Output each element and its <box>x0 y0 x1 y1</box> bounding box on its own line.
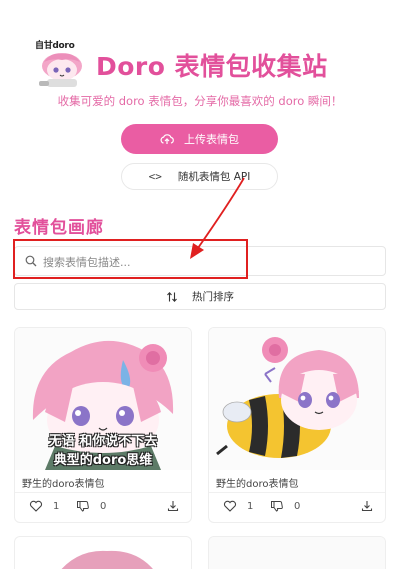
dislike-button[interactable]: 0 <box>270 500 300 512</box>
code-icon: <> <box>148 170 162 183</box>
upload-button[interactable]: 上传表情包 <box>121 124 278 154</box>
card-actions: 1 0 <box>15 498 191 520</box>
upload-button-label: 上传表情包 <box>184 133 239 146</box>
meme-image[interactable] <box>209 328 385 470</box>
download-button[interactable] <box>167 500 179 512</box>
meme-caption-line-1: 无语 和你说不下去 <box>48 434 158 449</box>
like-count: 1 <box>247 500 254 512</box>
sort-arrows-icon <box>167 291 177 302</box>
card-divider <box>209 492 385 493</box>
dislike-count: 0 <box>294 500 301 512</box>
dislike-count: 0 <box>100 500 107 512</box>
download-button[interactable] <box>361 500 373 512</box>
sort-label: 热门排序 <box>192 291 234 303</box>
dislike-button[interactable]: 0 <box>76 500 106 512</box>
meme-image[interactable]: 无语 和你说不下去 典型的doro思维 <box>15 328 191 470</box>
upload-cloud-icon <box>160 134 174 144</box>
thumbs-down-icon <box>271 501 283 512</box>
site-subtitle: 收集可爱的 doro 表情包，分享你最喜欢的 doro 瞬间！ <box>57 94 343 108</box>
like-button[interactable]: 1 <box>29 500 59 512</box>
download-icon <box>167 501 179 512</box>
thumbs-down-icon <box>77 501 89 512</box>
random-api-button[interactable]: <> 随机表情包 API <box>121 163 278 190</box>
card-actions: 1 0 <box>209 498 385 520</box>
meme-card[interactable]: 无语 和你说不下去 典型的doro思维 野生的doro表情包 1 0 <box>14 327 192 523</box>
card-divider <box>15 492 191 493</box>
like-button[interactable]: 1 <box>223 500 253 512</box>
meme-card[interactable] <box>14 536 192 569</box>
annotation-highlight-box <box>13 239 248 279</box>
gallery-title: 表情包画廊 <box>14 218 104 238</box>
meme-card[interactable] <box>208 536 386 569</box>
like-count: 1 <box>53 500 60 512</box>
meme-card[interactable]: 野生的doro表情包 1 0 <box>208 327 386 523</box>
meme-description: 野生的doro表情包 <box>216 479 299 490</box>
meme-description: 野生的doro表情包 <box>22 479 105 490</box>
heart-icon <box>223 500 237 512</box>
site-title: Doro 表情包收集站 <box>96 52 328 81</box>
doro-logo-icon <box>39 53 82 87</box>
site-logo[interactable]: 自甘doro <box>33 38 89 88</box>
doro-bee-meme-image <box>209 328 385 470</box>
heart-icon <box>29 500 43 512</box>
random-api-label: 随机表情包 API <box>177 171 251 183</box>
sort-button[interactable]: 热门排序 <box>14 283 386 310</box>
meme-caption-line-2: 典型的doro思维 <box>53 453 153 468</box>
meme-image-partial <box>209 537 385 569</box>
download-icon <box>361 501 373 512</box>
site-header: 自甘doro Doro 表情包收集站 <box>33 38 373 90</box>
meme-image-partial <box>61 550 153 569</box>
